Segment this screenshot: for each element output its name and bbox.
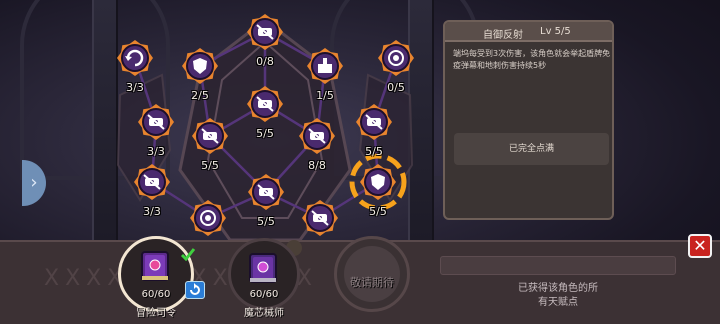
talent-title: 自御反射 <box>483 30 523 41</box>
talent-node-n8[interactable] <box>247 86 283 122</box>
talent-detail-panel: 自御反射 Lv 5/5 端坞每受到3次伤害，该角色就会举起盾牌免疫弹幕和地刺伤害… <box>443 20 614 220</box>
talent-node-level: 3/3 <box>147 145 165 158</box>
talent-node-n4[interactable] <box>307 48 343 84</box>
talent-node-n15[interactable] <box>302 200 338 236</box>
panel-header: 自御反射 Lv 5/5 <box>445 22 612 42</box>
game-screen: 3/32/50/81/50/53/35/55/58/85/53/35/55/55… <box>0 0 720 324</box>
talent-node-level: 5/5 <box>365 145 383 158</box>
class-mechanist-points: 60/60 <box>249 289 279 300</box>
talent-description: 端坞每受到3次伤害，该角色就会举起盾牌免疫弹幕和地刺伤害持续5秒 <box>453 49 611 70</box>
check-badge-icon <box>180 248 196 261</box>
talent-node-n11[interactable] <box>134 164 170 200</box>
spellbook-icon <box>249 253 277 283</box>
talent-node-level: 5/5 <box>256 127 274 140</box>
talent-node-level: 5/5 <box>201 159 219 172</box>
close-button[interactable]: ✕ <box>688 234 712 258</box>
spellbook-icon <box>141 251 169 281</box>
node-face <box>121 44 149 72</box>
talent-node-level: 8/8 <box>308 159 326 172</box>
talent-node-n3[interactable] <box>247 14 283 50</box>
talent-node-n1[interactable] <box>117 40 153 76</box>
talent-node-level: 0/5 <box>387 81 405 94</box>
talent-node-n2[interactable] <box>182 48 218 84</box>
talent-node-level: 5/5 <box>257 215 275 228</box>
talent-node-level: 3/3 <box>143 205 161 218</box>
class-commander-name: 冒险司令 <box>136 308 176 319</box>
talent-node-n6[interactable] <box>138 104 174 140</box>
class-commander-points: 60/60 <box>141 289 171 300</box>
talent-node-level: 3/3 <box>126 81 144 94</box>
talent-node-level: 1/5 <box>316 89 334 102</box>
talent-node-level: 0/8 <box>256 55 274 68</box>
talent-node-level: 2/5 <box>191 89 209 102</box>
talent-node-n7[interactable] <box>192 118 228 154</box>
talent-node-n5[interactable] <box>378 40 414 76</box>
talent-node-n14[interactable] <box>190 200 226 236</box>
maxed-status-button[interactable]: 已完全点满 <box>454 133 609 165</box>
class-mechanist-name: 魔芯械师 <box>244 308 284 319</box>
talent-node-level: 5/5 <box>369 205 387 218</box>
talent-node-n10[interactable] <box>356 104 392 140</box>
talent-node-n9[interactable] <box>299 118 335 154</box>
talent-level: Lv 5/5 <box>540 26 571 37</box>
talent-progress-bar <box>440 256 676 275</box>
all-points-earned-text: 已获得该角色的所 有天赋点 <box>518 283 598 308</box>
talent-node-n12[interactable] <box>248 174 284 210</box>
class-coming-soon-label: 敬请期待 <box>350 276 394 289</box>
